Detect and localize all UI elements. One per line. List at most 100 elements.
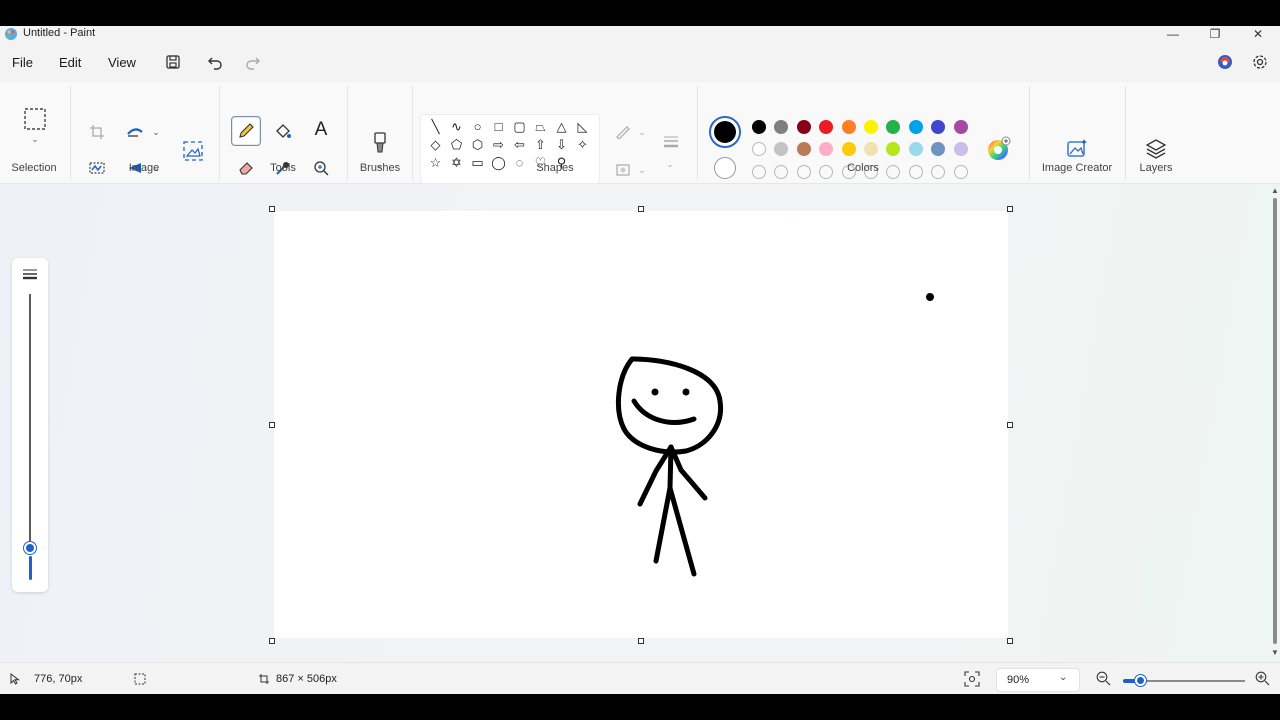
minimize-button[interactable]: — (1153, 26, 1193, 42)
custom-color-slot[interactable] (796, 165, 811, 179)
left-arrow-shape-icon[interactable]: ⇦ (509, 137, 530, 153)
layers-icon[interactable] (1143, 136, 1169, 162)
group-label-layers[interactable]: Layers (1126, 162, 1186, 174)
down-arrow-shape-icon[interactable]: ⇩ (551, 137, 572, 153)
custom-color-slot[interactable] (931, 165, 946, 179)
text-tool-icon[interactable]: A (310, 118, 332, 142)
slider-track[interactable] (29, 294, 31, 546)
resize-handle-bottom-right[interactable] (1007, 638, 1013, 644)
palette-swatch[interactable] (752, 120, 766, 134)
slider-thumb[interactable] (24, 542, 36, 554)
palette-swatch[interactable] (931, 142, 946, 156)
custom-color-slot[interactable] (752, 165, 766, 179)
copilot-account-icon[interactable] (1215, 52, 1235, 72)
oval-shape-icon[interactable]: ○ (467, 119, 488, 135)
selection-tool-button[interactable] (20, 104, 50, 134)
close-button[interactable]: ✕ (1238, 26, 1278, 42)
resize-handle-top-right[interactable] (1007, 206, 1013, 212)
palette-swatch[interactable] (774, 120, 789, 134)
diamond-shape-icon[interactable]: ◇ (425, 137, 446, 153)
group-label-image-creator[interactable]: Image Creator (1037, 162, 1117, 174)
palette-swatch[interactable] (864, 120, 878, 134)
resize-handle-bottom-left[interactable] (269, 638, 275, 644)
shape-outline-icon[interactable] (612, 122, 634, 142)
palette-swatch[interactable] (796, 120, 811, 134)
right-arrow-shape-icon[interactable]: ⇨ (488, 137, 509, 153)
four-point-star-shape-icon[interactable]: ✧ (572, 137, 593, 153)
menu-view[interactable]: View (108, 55, 136, 70)
pentagon-shape-icon[interactable]: ⬠ (446, 137, 467, 153)
palette-swatch[interactable] (886, 142, 901, 156)
triangle-shape-icon[interactable]: △ (551, 119, 572, 135)
fit-to-window-icon[interactable] (964, 671, 980, 687)
image-insert-icon[interactable] (180, 138, 206, 164)
palette-swatch[interactable] (953, 142, 968, 156)
menu-edit[interactable]: Edit (59, 55, 81, 70)
selection-dropdown-chevron-icon[interactable]: ⌄ (28, 134, 42, 144)
resize-handle-top[interactable] (638, 206, 644, 212)
menu-file[interactable]: File (12, 55, 33, 70)
polygon-shape-icon[interactable]: ⏢ (530, 119, 551, 135)
zoom-in-icon[interactable] (1255, 671, 1270, 686)
scrollbar-thumb[interactable] (1273, 198, 1277, 644)
palette-swatch[interactable] (819, 142, 834, 156)
rect-callout-shape-icon[interactable]: ▭ (467, 155, 488, 171)
vertical-scrollbar[interactable]: ▲ ▼ (1270, 184, 1280, 662)
scroll-down-arrow-icon[interactable]: ▼ (1271, 648, 1279, 657)
custom-color-slot[interactable] (774, 165, 789, 179)
zoom-slider-thumb[interactable] (1135, 675, 1146, 686)
image-creator-icon[interactable] (1064, 136, 1090, 162)
restore-button[interactable]: ❐ (1195, 26, 1235, 42)
drawing-canvas[interactable] (274, 211, 1008, 638)
undo-icon[interactable] (205, 52, 225, 72)
custom-color-slot[interactable] (953, 165, 968, 179)
rectangle-shape-icon[interactable]: □ (488, 119, 509, 135)
crop-icon[interactable] (86, 122, 108, 142)
redo-icon[interactable] (243, 52, 263, 72)
palette-swatch[interactable] (796, 142, 811, 156)
resize-handle-top-left[interactable] (269, 206, 275, 212)
palette-swatch[interactable] (908, 142, 923, 156)
up-arrow-shape-icon[interactable]: ⇧ (530, 137, 551, 153)
shape-fill-icon[interactable] (612, 160, 634, 180)
outline-dropdown-chevron-icon[interactable]: ⌄ (636, 126, 648, 138)
rounded-rectangle-shape-icon[interactable]: ▢ (509, 119, 530, 135)
primary-color-button[interactable] (709, 116, 741, 148)
fill-bucket-icon[interactable] (272, 120, 294, 142)
curve-shape-icon[interactable]: ∿ (446, 119, 467, 135)
secondary-color-button[interactable] (714, 157, 736, 179)
stroke-dropdown-chevron-icon[interactable]: ⌄ (664, 158, 676, 170)
zoom-out-icon[interactable] (1096, 671, 1111, 686)
scroll-up-arrow-icon[interactable]: ▲ (1271, 186, 1279, 195)
right-triangle-shape-icon[interactable]: ◺ (572, 119, 593, 135)
palette-swatch[interactable] (953, 120, 968, 134)
resize-dropdown-chevron-icon[interactable]: ⌄ (150, 126, 162, 138)
palette-swatch[interactable] (819, 120, 834, 134)
settings-gear-icon[interactable] (1250, 52, 1270, 72)
palette-swatch[interactable] (841, 142, 856, 156)
palette-swatch[interactable] (908, 120, 923, 134)
palette-swatch[interactable] (886, 120, 901, 134)
pencil-tool-button[interactable] (231, 116, 261, 146)
oval-callout-shape-icon[interactable]: ◯ (488, 155, 509, 171)
palette-swatch[interactable] (841, 120, 856, 134)
edit-colors-icon[interactable] (986, 136, 1012, 162)
stroke-size-icon[interactable] (659, 130, 683, 154)
custom-color-slot[interactable] (819, 165, 834, 179)
select-all-icon[interactable] (86, 158, 108, 178)
resize-handle-right[interactable] (1007, 422, 1013, 428)
magnifier-icon[interactable] (310, 157, 332, 179)
hexagon-shape-icon[interactable]: ⬡ (467, 137, 488, 153)
palette-swatch[interactable] (774, 142, 789, 156)
zoom-level-dropdown[interactable]: 90% ⌄ (996, 668, 1080, 692)
resize-handle-bottom[interactable] (638, 638, 644, 644)
custom-color-slot[interactable] (908, 165, 923, 179)
resize-handle-left[interactable] (269, 422, 275, 428)
palette-swatch[interactable] (931, 120, 946, 134)
line-shape-icon[interactable]: ╲ (425, 119, 446, 135)
save-icon[interactable] (163, 52, 183, 72)
brush-icon[interactable] (366, 128, 394, 158)
fill-dropdown-chevron-icon[interactable]: ⌄ (636, 164, 648, 176)
palette-swatch[interactable] (752, 142, 766, 156)
six-point-star-shape-icon[interactable]: ✡ (446, 155, 467, 171)
